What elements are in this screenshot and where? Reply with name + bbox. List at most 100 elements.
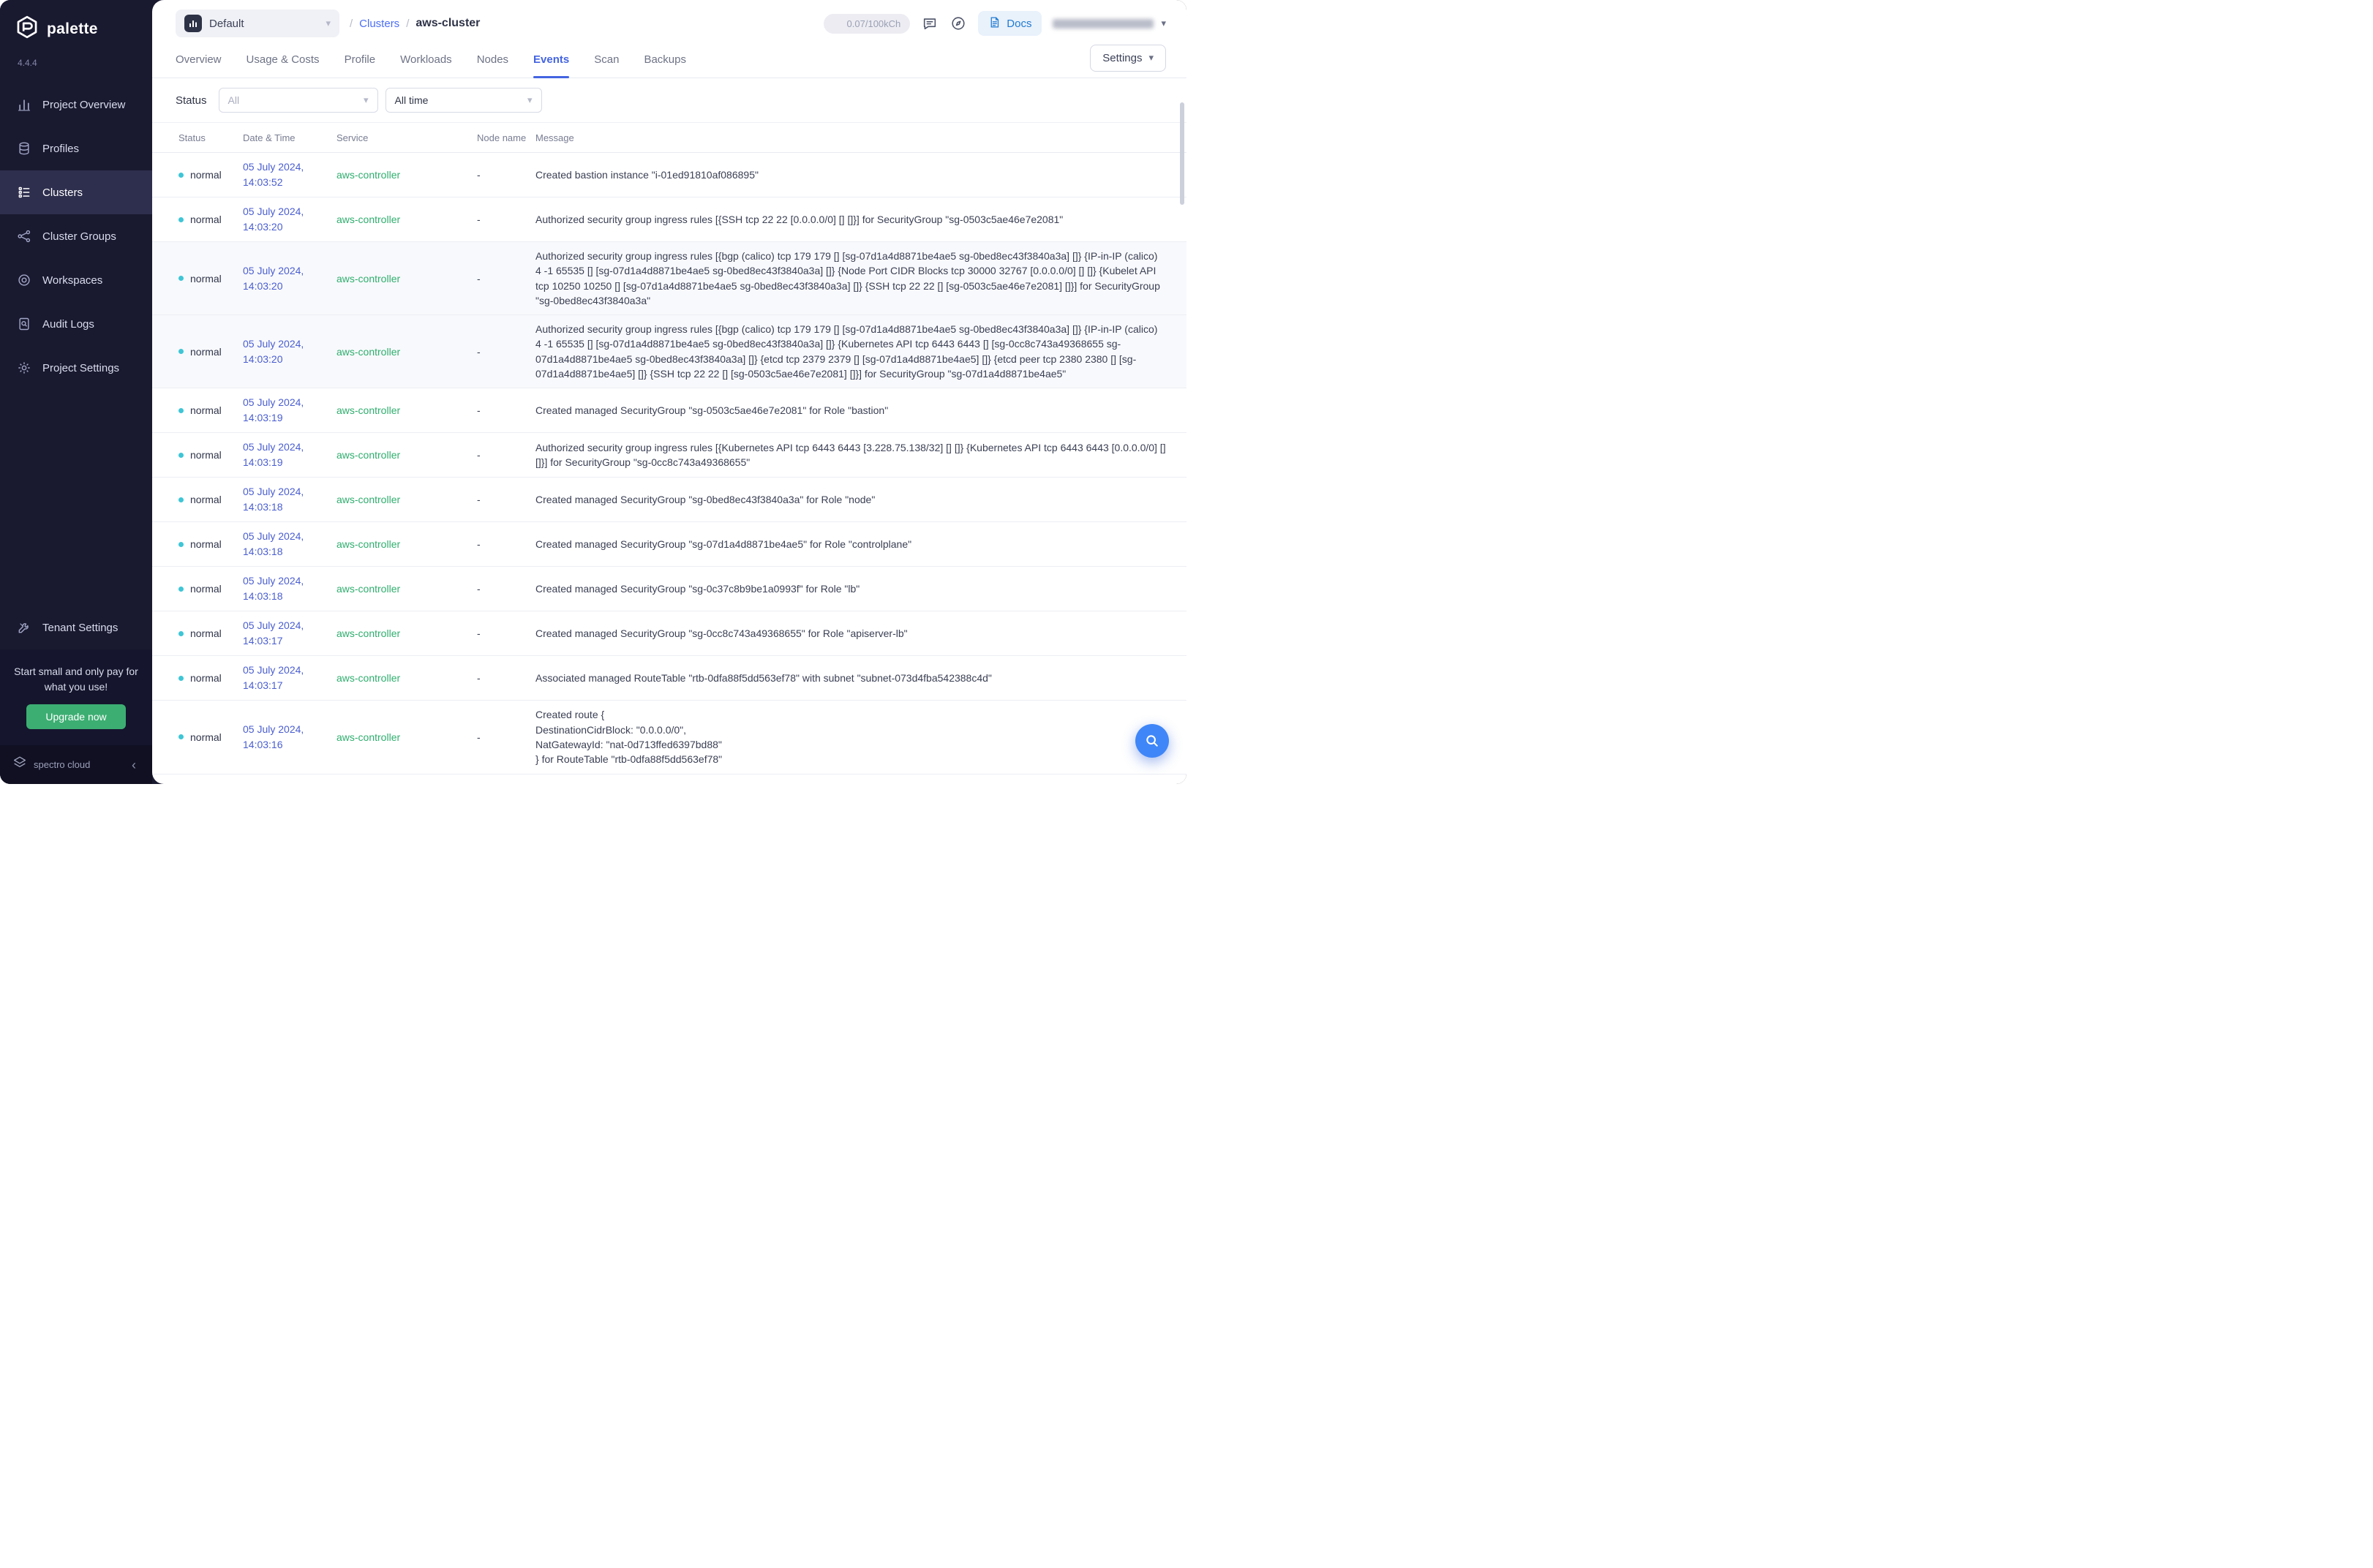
user-account-menu[interactable]: ▾: [1053, 18, 1166, 29]
sidebar-item-project-settings[interactable]: Project Settings: [0, 346, 152, 390]
sidebar: palette 4.4.4 Project Overview Profiles: [0, 0, 152, 784]
status-dot: [178, 453, 184, 458]
node-name-cell: -: [477, 583, 535, 595]
status-cell: normal: [152, 273, 243, 284]
table-row[interactable]: normal 05 July 2024, 14:03:19 aws-contro…: [152, 388, 1186, 433]
node-name-cell: -: [477, 627, 535, 639]
message-cell: Created managed SecurityGroup "sg-0c37c8…: [535, 581, 1186, 596]
node-name-cell: -: [477, 404, 535, 416]
table-row[interactable]: normal 05 July 2024, 14:03:20 aws-contro…: [152, 197, 1186, 242]
sidebar-item-project-overview[interactable]: Project Overview: [0, 83, 152, 127]
sidebar-item-cluster-groups[interactable]: Cluster Groups: [0, 214, 152, 258]
settings-button[interactable]: Settings ▾: [1090, 45, 1166, 72]
date-time-cell: 05 July 2024, 14:03:20: [243, 336, 336, 367]
sidebar-item-label: Audit Logs: [42, 318, 94, 331]
table-row[interactable]: normal 05 July 2024, 14:03:17 aws-contro…: [152, 611, 1186, 656]
bar-chart-icon: [16, 97, 31, 113]
sidebar-item-tenant-settings[interactable]: Tenant Settings: [0, 606, 152, 649]
tab-overview[interactable]: Overview: [176, 44, 222, 78]
settings-button-label: Settings: [1102, 52, 1142, 64]
tab-backups[interactable]: Backups: [644, 44, 686, 78]
event-time: 14:03:19: [243, 455, 336, 470]
scrollbar-thumb[interactable]: [1180, 102, 1184, 205]
spectro-cloud-label: spectro cloud: [34, 759, 121, 770]
app-version: 4.4.4: [0, 58, 152, 68]
upgrade-now-button[interactable]: Upgrade now: [26, 704, 125, 729]
event-date: 05 July 2024,: [243, 159, 336, 175]
event-date: 05 July 2024,: [243, 722, 336, 737]
status-cell: normal: [152, 672, 243, 684]
sidebar-footer: spectro cloud ‹: [0, 745, 152, 784]
breadcrumb-separator: /: [350, 18, 353, 30]
event-date: 05 July 2024,: [243, 618, 336, 633]
status-dot: [178, 497, 184, 502]
sidebar-item-profiles[interactable]: Profiles: [0, 127, 152, 170]
column-header-status: Status: [152, 132, 243, 143]
chevron-down-icon: ▾: [326, 18, 331, 29]
node-name-cell: -: [477, 449, 535, 461]
tab-events[interactable]: Events: [533, 44, 569, 78]
date-time-cell: 05 July 2024, 14:03:17: [243, 618, 336, 649]
event-time: 14:03:20: [243, 279, 336, 294]
sidebar-item-clusters[interactable]: Clusters: [0, 170, 152, 214]
table-row[interactable]: normal 05 July 2024, 14:03:16 aws-contro…: [152, 701, 1186, 774]
node-name-cell: -: [477, 273, 535, 284]
message-cell: Authorized security group ingress rules …: [535, 322, 1186, 381]
event-time: 14:03:16: [243, 737, 336, 753]
status-cell: normal: [152, 346, 243, 358]
date-time-cell: 05 July 2024, 14:03:52: [243, 159, 336, 190]
breadcrumb-clusters-link[interactable]: Clusters: [359, 18, 399, 30]
project-selector-dropdown[interactable]: Default ▾: [176, 10, 339, 37]
table-row[interactable]: normal 05 July 2024, 14:03:18 aws-contro…: [152, 567, 1186, 611]
node-name-cell: -: [477, 346, 535, 358]
compass-icon[interactable]: [949, 15, 967, 32]
app-window: palette 4.4.4 Project Overview Profiles: [0, 0, 1186, 784]
docs-button[interactable]: Docs: [978, 11, 1042, 36]
table-row[interactable]: normal 05 July 2024, 14:03:20 aws-contro…: [152, 315, 1186, 388]
project-selector-value: Default: [209, 18, 318, 30]
status-filter-label: Status: [176, 94, 207, 107]
date-time-cell: 05 July 2024, 14:03:16: [243, 781, 336, 784]
status-cell: normal: [152, 583, 243, 595]
column-header-node-name: Node name: [477, 132, 535, 143]
tab-usage-costs[interactable]: Usage & Costs: [247, 44, 320, 78]
table-row[interactable]: normal 05 July 2024, 14:03:52 aws-contro…: [152, 153, 1186, 197]
status-cell: normal: [152, 214, 243, 225]
tab-workloads[interactable]: Workloads: [400, 44, 452, 78]
event-date: 05 July 2024,: [243, 573, 336, 589]
support-search-fab[interactable]: [1135, 724, 1169, 758]
brand-name: palette: [47, 20, 98, 38]
clusters-icon: [16, 185, 31, 200]
tab-profile[interactable]: Profile: [345, 44, 376, 78]
events-table-body[interactable]: normal 05 July 2024, 14:03:52 aws-contro…: [152, 153, 1186, 784]
message-cell: Authorized security group ingress rules …: [535, 249, 1186, 308]
sidebar-item-label: Cluster Groups: [42, 230, 116, 243]
sidebar-item-workspaces[interactable]: Workspaces: [0, 258, 152, 302]
status-dot: [178, 349, 184, 354]
date-time-cell: 05 July 2024, 14:03:20: [243, 204, 336, 235]
gear-icon: [16, 361, 31, 376]
status-label: normal: [190, 672, 222, 684]
target-icon: [16, 273, 31, 288]
time-range-dropdown[interactable]: All time ▾: [386, 88, 542, 113]
table-row[interactable]: normal 05 July 2024, 14:03:18 aws-contro…: [152, 522, 1186, 567]
tab-nodes[interactable]: Nodes: [477, 44, 508, 78]
status-cell: normal: [152, 449, 243, 461]
service-cell: aws-controller: [336, 169, 477, 181]
status-filter-value: All: [228, 94, 240, 106]
date-time-cell: 05 July 2024, 14:03:18: [243, 484, 336, 515]
chat-icon[interactable]: [921, 15, 939, 32]
tab-scan[interactable]: Scan: [594, 44, 619, 78]
table-row[interactable]: normal 05 July 2024, 14:03:20 aws-contro…: [152, 242, 1186, 315]
event-time: 14:03:52: [243, 175, 336, 190]
chevron-down-icon: ▾: [527, 94, 533, 106]
event-time: 14:03:18: [243, 544, 336, 559]
table-row[interactable]: normal 05 July 2024, 14:03:17 aws-contro…: [152, 656, 1186, 701]
sidebar-item-audit-logs[interactable]: Audit Logs: [0, 302, 152, 346]
event-date: 05 July 2024,: [243, 336, 336, 352]
status-filter-dropdown[interactable]: All ▾: [219, 88, 378, 113]
collapse-sidebar-icon[interactable]: ‹: [127, 757, 140, 773]
table-row[interactable]: normal 05 July 2024, 14:03:18 aws-contro…: [152, 478, 1186, 522]
table-row[interactable]: normal 05 July 2024, 14:03:16 aws-contro…: [152, 774, 1186, 784]
table-row[interactable]: normal 05 July 2024, 14:03:19 aws-contro…: [152, 433, 1186, 478]
